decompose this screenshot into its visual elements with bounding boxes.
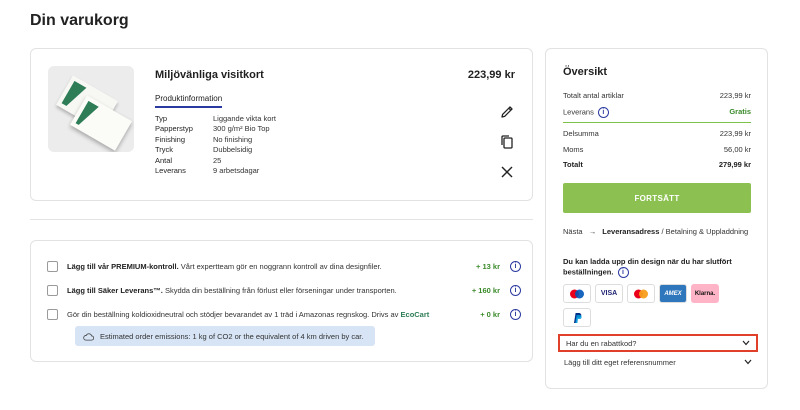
continue-button[interactable]: FORTSÄTT [563,183,751,213]
spec-row: Typ Liggande vikta kort [155,114,276,123]
cloud-icon [83,332,94,341]
tab-product-info[interactable]: Produktinformation [155,94,223,108]
summary-card: Översikt Totalt antal artiklar 223,99 kr… [545,48,768,389]
addon-price: + 13 kr [476,261,500,271]
summary-total-row: Totalt 279,99 kr [563,160,751,169]
product-thumbnail [48,66,134,152]
info-icon[interactable]: i [510,308,521,320]
addon-premium-check: Lägg till vår PREMIUM-kontroll. Vårt exp… [47,259,521,273]
close-icon[interactable] [499,164,515,180]
summary-row: Leverans i Gratis [563,107,751,118]
mastercard-icon [563,284,591,303]
info-icon[interactable]: i [510,284,521,296]
duplicate-icon[interactable] [499,134,515,150]
discount-code-dropdown[interactable]: Har du en rabattkod? [558,334,758,352]
summary-row: Delsumma 223,99 kr [563,129,751,138]
arrow-right-icon: → [588,227,597,236]
product-name: Miljövänliga visitkort [155,69,264,81]
product-card: Miljövänliga visitkort 223,99 kr Produkt… [30,48,533,201]
paypal-icon [563,308,591,327]
reference-number-dropdown[interactable]: Lägg till ditt eget referensnummer [558,353,758,371]
chevron-down-icon [744,359,752,365]
summary-divider [563,122,751,123]
product-price: 223,99 kr [467,69,515,81]
addon-checkbox-premium[interactable] [47,260,58,272]
info-icon[interactable]: i [597,107,609,118]
emission-note: Estimated order emissions: 1 kg of CO2 o… [75,326,375,346]
ecocart-logo: EcoCart [400,309,430,319]
spec-row: Finishing No finishing [155,134,253,144]
addon-carbon-neutral: Gör din beställning koldioxidneutral och… [47,307,521,321]
addons-card: Lägg till vår PREMIUM-kontroll. Vårt exp… [30,240,533,362]
summary-row: Moms 56,00 kr [563,145,751,154]
spec-row: Tryck Dubbelsidig [155,145,253,155]
upload-note: Du kan ladda upp din design när du har s… [563,257,732,278]
addon-price: + 160 kr [471,285,500,295]
next-step-info: Nästa → Leveransadress / Betalning & Upp… [563,227,749,236]
amex-icon: AMEX [659,284,687,303]
summary-row: Totalt antal artiklar 223,99 kr [563,91,751,100]
spec-row: Leverans 9 arbetsdagar [155,166,260,176]
info-icon[interactable]: i [617,267,629,278]
summary-title: Översikt [563,66,608,78]
section-divider [30,219,533,220]
addon-checkbox-carbon-neutral[interactable] [47,308,58,320]
info-icon[interactable]: i [510,260,521,272]
page-title: Din varukorg [30,12,129,29]
addon-safe-delivery: Lägg till Säker Leverans™. Skydda din be… [47,283,521,297]
spec-row: Papperstyp 300 g/m² Bio Top [155,124,270,134]
addon-price: + 0 kr [480,309,500,319]
spec-row: Antal 25 [155,155,222,165]
addon-checkbox-safe-delivery[interactable] [47,284,58,296]
edit-icon[interactable] [499,104,515,120]
klarna-icon: Klarna. [691,284,719,303]
visa-icon: VISA [595,284,623,303]
chevron-down-icon [742,340,750,346]
maestro-icon [627,284,655,303]
product-specs: Typ Liggande vikta kort Papperstyp 300 g/m… [155,114,276,176]
